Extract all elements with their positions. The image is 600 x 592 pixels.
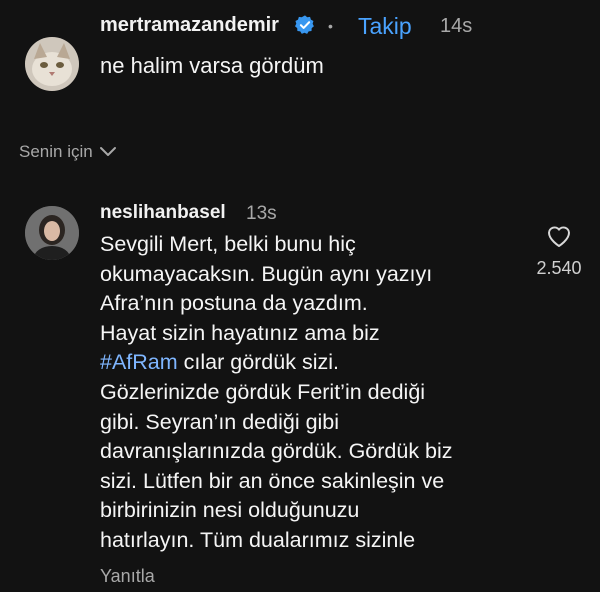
like-count: 2.540 xyxy=(536,258,582,278)
verified-badge-icon xyxy=(295,15,314,34)
comment-text: ne halim varsa gördüm xyxy=(100,53,324,78)
chevron-down-icon xyxy=(99,147,116,156)
avatar-neslihanbasel[interactable] xyxy=(25,206,79,260)
hashtag-link[interactable]: #AfRam xyxy=(100,350,178,374)
comment-text-part2: cılar gördük sizi. Gözlerinizde gördük F… xyxy=(100,350,453,552)
cat-avatar-image xyxy=(25,37,79,91)
sort-label: Senin için xyxy=(19,142,93,161)
comment-username[interactable]: mertramazandemir xyxy=(100,14,279,37)
reply-button[interactable]: Yanıtla xyxy=(100,566,155,587)
comment-text-part1: Sevgili Mert, belki bunu hiç okumayacaks… xyxy=(100,232,433,345)
separator-dot: • xyxy=(328,18,333,34)
comment-text: Sevgili Mert, belki bunu hiç okumayacaks… xyxy=(100,230,520,556)
heart-icon[interactable] xyxy=(546,224,572,248)
comment-time: 14s xyxy=(440,15,473,37)
profile-photo-image xyxy=(25,206,79,260)
comment-time: 13s xyxy=(246,203,277,224)
avatar-mertramazandemir[interactable] xyxy=(25,37,79,91)
comment-username[interactable]: neslihanbasel xyxy=(100,202,226,224)
follow-button[interactable]: Takip xyxy=(358,13,412,40)
sort-dropdown[interactable]: Senin için xyxy=(19,142,117,162)
